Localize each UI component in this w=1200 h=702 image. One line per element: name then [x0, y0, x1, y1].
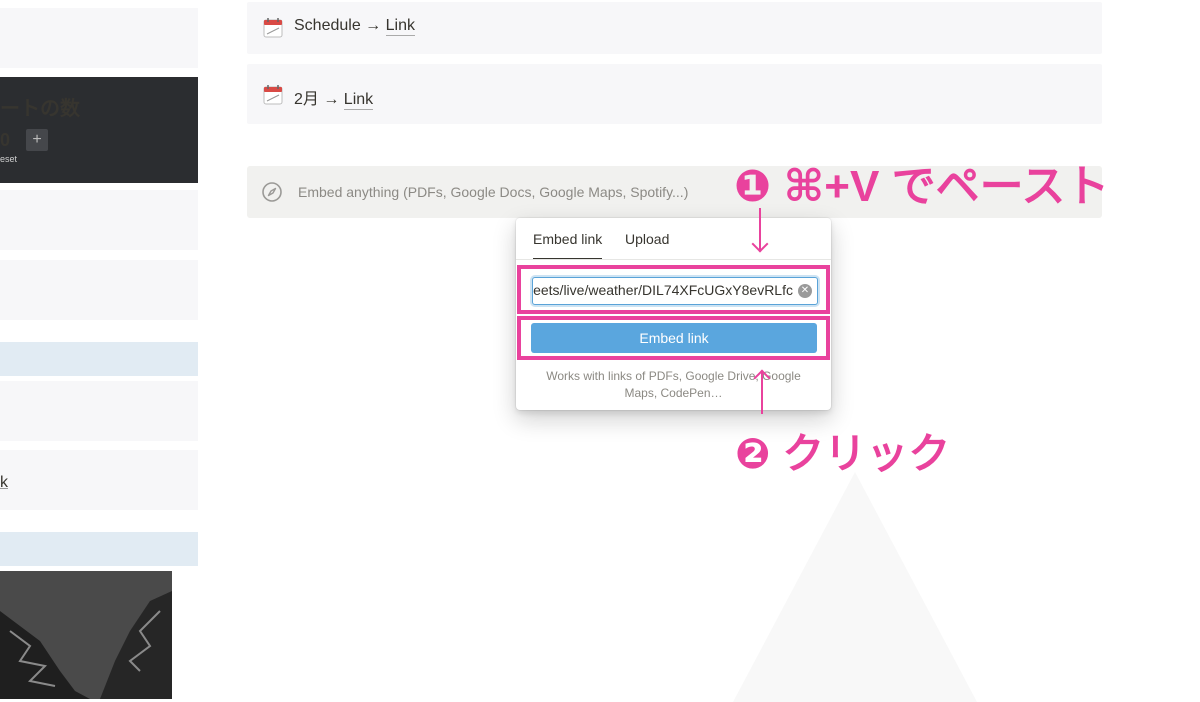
counter-plus-button[interactable]: +	[26, 129, 48, 151]
left-block-3	[0, 260, 198, 320]
mountain-photo	[0, 571, 172, 699]
tab-divider	[516, 259, 831, 260]
schedule-link[interactable]: Link	[385, 17, 415, 36]
embed-hint-line2: Maps, CodePen…	[624, 386, 723, 400]
compass-icon	[261, 181, 283, 203]
left-block-4	[0, 381, 198, 441]
embed-placeholder: Embed anything (PDFs, Google Docs, Googl…	[298, 184, 689, 200]
left-block-2	[0, 190, 198, 250]
left-block-5	[0, 450, 198, 510]
step1-annotation: ❶ ⌘+V でペースト	[734, 162, 1110, 211]
february-row[interactable]: 2月 → Link	[247, 64, 1102, 124]
schedule-row-text: Schedule → Link	[294, 17, 415, 36]
clear-icon[interactable]: ✕	[798, 284, 812, 298]
schedule-label: Schedule →	[294, 17, 386, 34]
left-callout-2	[0, 532, 198, 566]
calendar-icon	[263, 84, 283, 105]
calendar-icon	[263, 17, 283, 38]
counter-reset-label[interactable]: eset	[0, 154, 17, 164]
february-link[interactable]: Link	[343, 91, 374, 110]
counter-title: ートの数	[0, 98, 80, 120]
schedule-row[interactable]: Schedule → Link	[247, 2, 1102, 54]
embed-url-input[interactable]: sheets/live/weather/DIL74XFcUGxY8evRLfc …	[532, 277, 818, 305]
embed-hint-line1: Works with links of PDFs, Google Drive, …	[546, 369, 801, 383]
february-row-text: 2月 → Link	[294, 85, 374, 110]
background-shape	[733, 472, 977, 702]
embed-link-button[interactable]: Embed link	[531, 323, 817, 353]
tab-upload[interactable]: Upload	[625, 231, 669, 247]
embed-hint: Works with links of PDFs, Google Drive, …	[516, 368, 831, 402]
left-link-fragment[interactable]: k	[0, 474, 8, 492]
left-callout-1	[0, 342, 198, 376]
step2-annotation: ❷ クリック	[735, 430, 951, 477]
counter-value: 0	[0, 130, 11, 150]
embed-url-value: sheets/live/weather/DIL74XFcUGxY8evRLfc	[532, 282, 793, 298]
february-label: 2月 →	[294, 91, 344, 108]
left-block-1	[0, 8, 198, 68]
tab-embed-link[interactable]: Embed link	[533, 231, 603, 260]
